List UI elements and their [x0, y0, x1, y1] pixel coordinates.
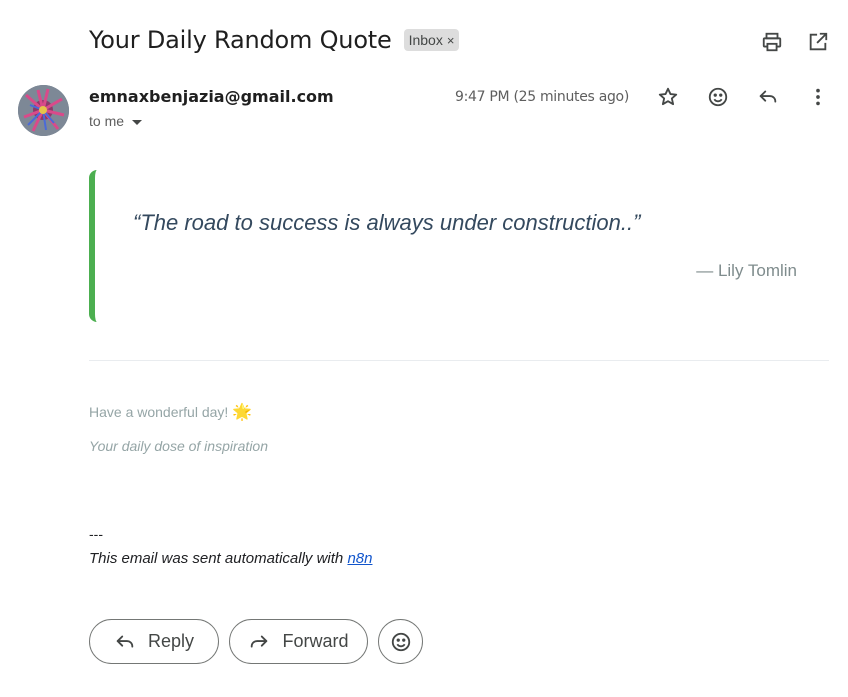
- subject-row: Your Daily Random Quote Inbox ×: [89, 26, 460, 54]
- emoji-reaction-icon[interactable]: [706, 85, 730, 109]
- print-icon[interactable]: [760, 30, 784, 54]
- star-emoji-icon: 🌟: [232, 404, 253, 421]
- quote-block: “The road to success is always under con…: [89, 170, 809, 322]
- forward-arrow-icon: [251, 635, 268, 647]
- reply-button[interactable]: Reply: [89, 619, 219, 664]
- remove-label-icon[interactable]: ×: [447, 33, 455, 48]
- recipient-text: to me: [89, 113, 125, 129]
- email-timestamp: 9:47 PM (25 minutes ago): [454, 89, 629, 105]
- star-icon[interactable]: [656, 85, 680, 109]
- more-vert-icon[interactable]: [806, 85, 830, 109]
- signature-separator: ---: [89, 526, 103, 542]
- emoji-icon: [391, 632, 410, 651]
- reply-label: Reply: [147, 631, 195, 651]
- signature-text: This email was sent automatically with: [89, 550, 348, 567]
- open-in-new-window-icon[interactable]: [806, 30, 830, 54]
- emoji-reaction-button[interactable]: [378, 619, 423, 664]
- quote-author: — Lily Tomlin: [696, 261, 797, 280]
- label-text: Inbox: [408, 32, 443, 48]
- sender-avatar[interactable]: [18, 85, 69, 136]
- inbox-label-chip[interactable]: Inbox ×: [403, 29, 460, 51]
- message-actions: [656, 85, 830, 109]
- greeting: Have a wonderful day! 🌟: [89, 402, 252, 422]
- forward-label: Forward: [282, 631, 349, 651]
- tagline: Your daily dose of inspiration: [89, 438, 268, 454]
- quote-text: “The road to success is always under con…: [133, 210, 641, 235]
- divider: [89, 360, 829, 361]
- thread-actions: [760, 30, 830, 54]
- signature-line: This email was sent automatically with n…: [89, 550, 372, 567]
- sender-email[interactable]: emnaxbenjazia@gmail.com: [89, 87, 334, 106]
- greeting-text: Have a wonderful day!: [89, 404, 229, 420]
- reply-arrow-icon: [116, 635, 134, 647]
- email-subject: Your Daily Random Quote: [89, 26, 392, 54]
- forward-button[interactable]: Forward: [229, 619, 368, 664]
- reply-icon[interactable]: [756, 85, 780, 109]
- chevron-down-icon[interactable]: [132, 119, 143, 125]
- recipient-details[interactable]: to me: [89, 113, 143, 129]
- n8n-link[interactable]: n8n: [347, 550, 372, 567]
